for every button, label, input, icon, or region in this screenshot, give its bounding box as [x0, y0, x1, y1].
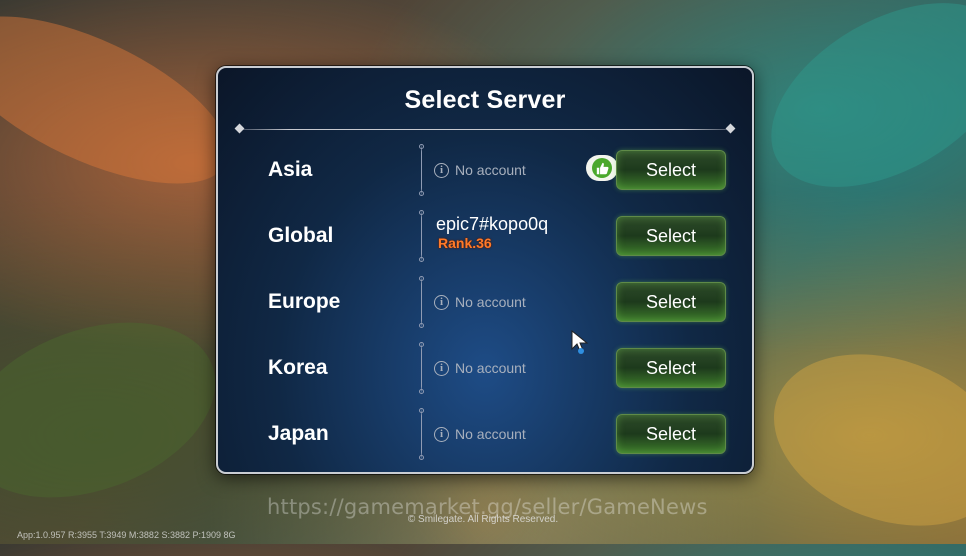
thumbs-up-icon	[592, 158, 612, 178]
row-divider	[419, 342, 424, 394]
account-status-text: No account	[455, 162, 526, 178]
account-status-text: No account	[455, 360, 526, 376]
server-row-europe: Europe i No account Select	[218, 272, 752, 332]
account-status-text: No account	[455, 294, 526, 310]
server-region-label: Asia	[268, 158, 313, 181]
info-icon: i	[434, 294, 449, 310]
server-row-korea: Korea i No account Select	[218, 338, 752, 398]
row-divider	[419, 276, 424, 328]
info-icon: i	[434, 426, 449, 442]
select-button-asia[interactable]: Select	[616, 150, 726, 190]
info-icon: i	[434, 360, 449, 376]
info-icon: i	[434, 162, 449, 178]
server-row-global: Global epic7#kopo0q Rank.36 Select	[218, 206, 752, 266]
account-rank: Rank.36	[438, 235, 492, 251]
select-button-japan[interactable]: Select	[616, 414, 726, 454]
server-row-asia: Asia i No account Select	[218, 140, 752, 200]
mouse-cursor-icon	[571, 329, 591, 360]
select-button-global[interactable]: Select	[616, 216, 726, 256]
row-divider	[419, 408, 424, 460]
recommended-badge	[586, 155, 618, 181]
server-select-dialog: Select Server Asia i No account Select G…	[216, 66, 754, 474]
version-info: App:1.0.957 R:3955 T:3949 M:3882 S:3882 …	[17, 530, 236, 540]
divider-ornament	[725, 123, 736, 134]
select-button-europe[interactable]: Select	[616, 282, 726, 322]
account-status-text: No account	[455, 426, 526, 442]
server-region-label: Japan	[268, 422, 329, 445]
server-region-label: Korea	[268, 356, 328, 379]
row-divider	[419, 144, 424, 196]
background-artwork	[0, 290, 240, 530]
server-region-label: Global	[268, 224, 334, 247]
background-artwork	[739, 0, 966, 225]
dialog-title: Select Server	[404, 86, 566, 114]
select-button-korea[interactable]: Select	[616, 348, 726, 388]
account-status: i No account	[434, 294, 526, 310]
account-status: i No account	[434, 360, 526, 376]
background-artwork	[0, 0, 252, 218]
server-region-label: Europe	[268, 290, 341, 313]
server-row-japan: Japan i No account Select	[218, 404, 752, 464]
copyright-text: © Smilegate. All Rights Reserved.	[407, 514, 559, 525]
account-status: i No account	[434, 162, 526, 178]
row-divider	[419, 210, 424, 262]
account-status: i No account	[434, 426, 526, 442]
title-divider	[240, 129, 730, 130]
account-name: epic7#kopo0q	[436, 214, 549, 234]
divider-ornament	[234, 123, 245, 134]
